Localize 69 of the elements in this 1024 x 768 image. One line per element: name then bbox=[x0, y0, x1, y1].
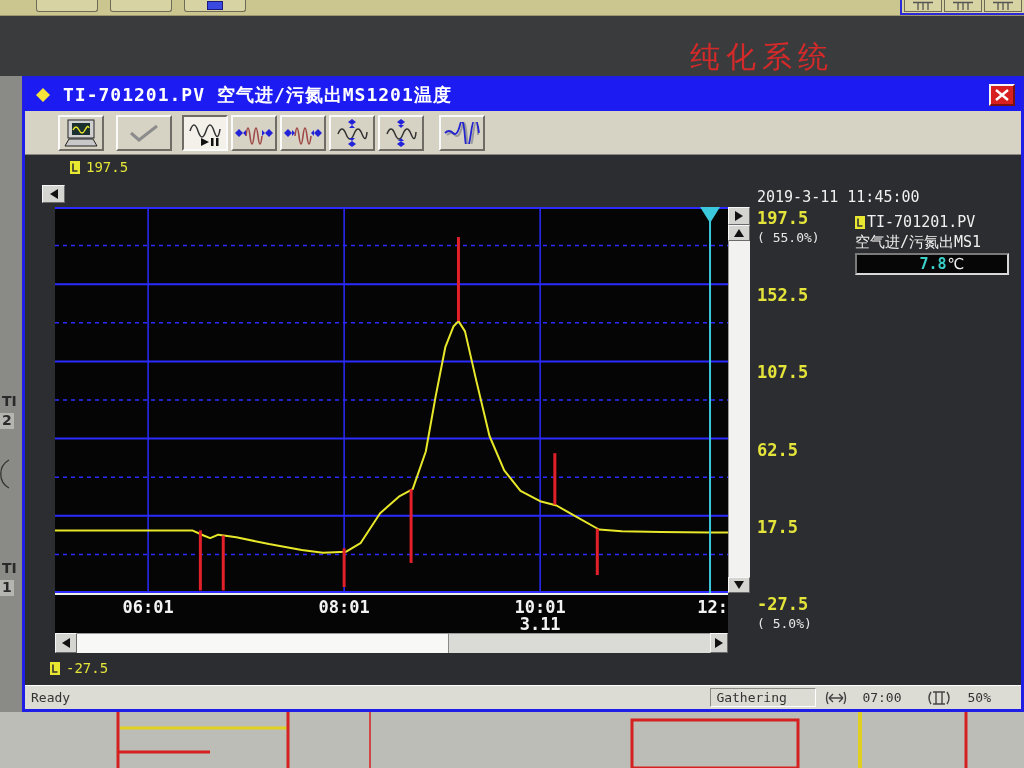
scroll-right-button[interactable] bbox=[710, 633, 728, 653]
triangle-right-icon bbox=[715, 638, 723, 648]
scroll-right-button[interactable] bbox=[728, 207, 750, 225]
event-marker bbox=[221, 535, 225, 591]
pen-marker-icon bbox=[50, 661, 60, 675]
window-title: TI-701201.PV 空气进/污氮出MS1201温度 bbox=[63, 83, 452, 107]
axis-label: 17.5 bbox=[757, 517, 798, 537]
side-label: TI bbox=[1, 560, 18, 577]
close-icon bbox=[995, 89, 1009, 101]
time-cursor[interactable] bbox=[700, 207, 721, 593]
table-icon bbox=[952, 1, 974, 10]
scroll-left-button[interactable] bbox=[42, 185, 65, 203]
axis-label: 62.5 bbox=[757, 440, 798, 460]
cursor-timestamp: 2019-3-11 11:45:00 bbox=[757, 187, 921, 207]
pen-marker-icon bbox=[70, 160, 80, 174]
percent-label: ( 5.0%) bbox=[757, 617, 812, 632]
diamond-icon bbox=[35, 87, 51, 103]
scale-max-label: 197.5 bbox=[86, 159, 129, 175]
date-label: 3.11 bbox=[519, 615, 561, 634]
scroll-left-button[interactable] bbox=[55, 633, 77, 653]
wave-vertical-arrows-icon bbox=[385, 117, 417, 148]
axis-label: 152.5 bbox=[757, 286, 809, 305]
horizontal-arrows-icon bbox=[824, 689, 849, 706]
scroll-up-button[interactable] bbox=[728, 225, 750, 241]
event-marker bbox=[198, 530, 202, 591]
time-label: 12: bbox=[697, 598, 728, 617]
toolbar-button[interactable] bbox=[184, 0, 246, 12]
close-button[interactable] bbox=[989, 84, 1015, 106]
mode-indicator: Gathering bbox=[710, 688, 817, 707]
checkmark-icon bbox=[129, 123, 159, 142]
pen-marker-icon bbox=[855, 215, 865, 229]
toolbar-button[interactable] bbox=[182, 114, 228, 151]
value-text: 7.8 bbox=[919, 255, 947, 273]
window-icon bbox=[207, 1, 223, 10]
scrollbar-thumb[interactable] bbox=[77, 634, 449, 653]
section-heading: 纯化系统 bbox=[690, 40, 834, 73]
table-icon bbox=[992, 1, 1014, 10]
event-marker bbox=[553, 453, 557, 505]
side-label: TI bbox=[1, 394, 18, 410]
triangle-right-icon bbox=[735, 211, 743, 221]
wave-vertical-arrows-icon bbox=[336, 117, 368, 148]
unit-text: ℃ bbox=[947, 255, 965, 273]
percent-label: ( 55.0%) bbox=[757, 231, 820, 246]
axis-label: 197.5 bbox=[757, 209, 809, 228]
tag-name: TI-701201.PV bbox=[867, 213, 976, 231]
time-label: 08:01 bbox=[318, 598, 370, 617]
axis-label: -27.5 bbox=[757, 595, 809, 614]
side-label: 1 bbox=[0, 580, 14, 596]
arc-icon bbox=[0, 458, 10, 489]
time-label: 10:01 bbox=[514, 598, 566, 617]
monitor-icon bbox=[64, 118, 98, 147]
time-label: 06:01 bbox=[122, 598, 174, 617]
event-marker bbox=[342, 548, 346, 587]
triangle-left-icon bbox=[49, 189, 58, 199]
time-span-text: 07:00 bbox=[862, 690, 902, 705]
status-message: Ready bbox=[31, 690, 71, 705]
side-label: 2 bbox=[0, 413, 14, 429]
scale-min-label: -27.5 bbox=[66, 660, 109, 676]
triangle-left-icon bbox=[62, 638, 70, 648]
wave-icon bbox=[444, 121, 480, 144]
tag-description: 空气进/污氮出MS1 bbox=[855, 233, 983, 251]
triangle-up-icon bbox=[734, 229, 744, 237]
axis-label: 107.5 bbox=[757, 363, 809, 383]
event-marker bbox=[595, 528, 599, 575]
zoom-text: 50% bbox=[967, 690, 991, 705]
table-icon bbox=[912, 1, 934, 10]
triangle-down-icon bbox=[734, 581, 744, 589]
vertical-bars-icon bbox=[925, 689, 952, 706]
scroll-down-button[interactable] bbox=[728, 577, 750, 593]
